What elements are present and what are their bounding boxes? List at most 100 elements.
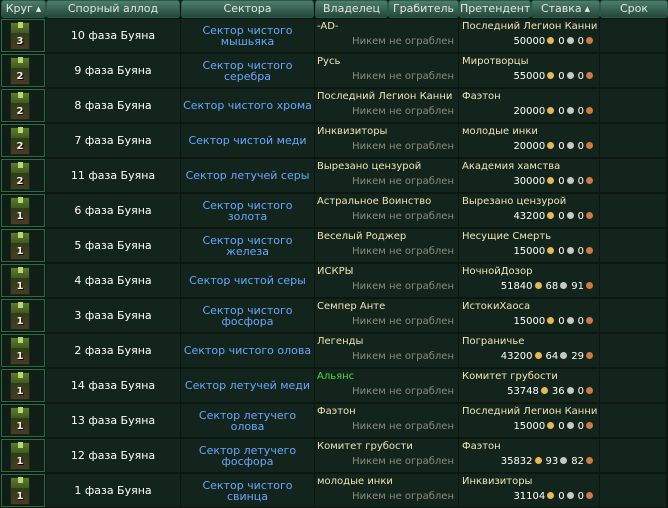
bid-gold: 20000 (513, 141, 546, 152)
column-header-robber[interactable]: Грабитель (388, 0, 459, 18)
bid-gold: 20000 (513, 106, 546, 117)
column-header-sectors[interactable]: Сектора (181, 0, 314, 18)
gold-coin-icon (534, 352, 542, 359)
sector-link[interactable]: Сектор летучей меди (181, 369, 314, 402)
table-row[interactable]: 1 1 фаза Буяна Сектор чистого свинца молоды… (0, 474, 668, 508)
sector-link[interactable]: Сектор чистого хрома (181, 89, 314, 122)
claimant-name: Фаэтон (462, 441, 501, 452)
deadline-cell (600, 19, 666, 52)
bid-amount: 30000 0 0 (513, 176, 597, 187)
table-row[interactable]: 2 7 фаза Буяна Сектор чистой меди Инквизито… (0, 124, 668, 158)
round-cell: 1 (1, 369, 45, 402)
sector-link[interactable]: Сектор чистого мышьяка (181, 19, 314, 52)
table-row[interactable]: 1 4 фаза Буяна Сектор чистой серы ИСКРЫ Нике… (0, 264, 668, 298)
copper-coin-icon (586, 72, 593, 79)
island-icon: 1 (10, 477, 30, 505)
claimant-cell: молодые инки 20000 0 0 (459, 124, 599, 157)
sector-link[interactable]: Сектор чистого железа (181, 229, 314, 262)
round-cell: 2 (1, 159, 45, 192)
copper-coin-icon (586, 492, 593, 499)
sector-name: Сектор летучей серы (185, 169, 310, 182)
allod-name: 3 фаза Буяна (46, 299, 180, 332)
round-cell: 3 (1, 19, 45, 52)
bid-amount: 15000 0 0 (513, 246, 597, 257)
deadline-cell (600, 54, 666, 87)
robber-status: Никем не ограблен (352, 386, 454, 397)
owner-name: Последний Легион Канни (317, 91, 453, 102)
round-number: 1 (16, 246, 24, 257)
allod-name: 8 фаза Буяна (46, 89, 180, 122)
table-row[interactable]: 3 10 фаза Буяна Сектор чистого мышьяка -AD-… (0, 19, 668, 53)
claimant-name: Несущие Смерть (462, 231, 552, 242)
bid-copper: 0 (577, 316, 584, 327)
gold-coin-icon (547, 177, 555, 184)
column-header-round[interactable]: Круг (1, 0, 46, 18)
claimant-cell: НочнойДозор 51840 68 91 (459, 264, 599, 297)
owner-name: Альянс (317, 371, 355, 382)
deadline-cell (600, 439, 666, 472)
sector-link[interactable]: Сектор чистого золота (181, 194, 314, 227)
claimant-cell: Комитет грубости 53748 36 0 (459, 369, 599, 402)
table-row[interactable]: 1 13 фаза Буяна Сектор летучего олова Фаэто… (0, 404, 668, 438)
sector-link[interactable]: Сектор летучего олова (181, 404, 314, 437)
deadline-cell (600, 334, 666, 367)
column-header-allod[interactable]: Спорный аллод (46, 0, 180, 18)
bid-amount: 43200 0 0 (513, 211, 597, 222)
column-header-owner[interactable]: Владелец (315, 0, 388, 18)
sector-link[interactable]: Сектор чистой меди (181, 124, 314, 157)
bid-copper: 0 (577, 246, 584, 257)
robber-status: Никем не ограблен (352, 36, 454, 47)
robber-status: Никем не ограблен (352, 456, 454, 467)
round-cell: 1 (1, 404, 45, 437)
claimant-name: Инквизиторы (462, 476, 533, 487)
table-row[interactable]: 1 3 фаза Буяна Сектор чистого фосфора Семпе… (0, 299, 668, 333)
bid-gold: 31104 (513, 491, 546, 502)
owner-name: Веселый Роджер (317, 231, 407, 242)
sector-link[interactable]: Сектор чистого свинца (181, 474, 314, 507)
table-row[interactable]: 12 фаза Буяна Сектор чистого олова Легенды… (0, 334, 668, 368)
bid-amount: 35832 93 82 (501, 456, 597, 467)
silver-coin-icon (566, 212, 574, 219)
sector-link[interactable]: Сектор чистого олова (181, 334, 314, 367)
column-header-bid[interactable]: Ставка (531, 0, 600, 18)
gold-coin-icon (547, 37, 555, 44)
round-cell: 2 (1, 124, 45, 157)
silver-coin-icon (566, 247, 574, 254)
bid-silver: 0 (558, 141, 565, 152)
table-row[interactable]: 1 5 фаза Буяна Сектор чистого железа Веселы… (0, 229, 668, 263)
bid-silver: 0 (558, 106, 565, 117)
bid-silver: 0 (558, 176, 565, 187)
silver-coin-icon (566, 37, 574, 44)
owner-cell: -AD- Никем не ограблен (315, 19, 458, 52)
column-header-deadline[interactable]: Срок (600, 0, 668, 18)
bid-silver: 93 (545, 456, 559, 467)
bid-copper: 0 (577, 141, 584, 152)
sector-link[interactable]: Сектор чистого серебра (181, 54, 314, 87)
bid-silver: 0 (558, 491, 565, 502)
table-row[interactable]: 28 фаза Буяна Сектор чистого хрома Последн… (0, 89, 668, 123)
table-row[interactable]: 2 9 фаза Буяна Сектор чистого серебра Русь Н… (0, 54, 668, 88)
gold-coin-icon (540, 387, 548, 394)
bid-silver: 0 (558, 421, 565, 432)
column-header-claimant[interactable]: Претендент (459, 0, 531, 18)
bid-copper: 0 (577, 386, 584, 397)
owner-name: молодые инки (317, 476, 393, 487)
gold-coin-icon (534, 457, 542, 464)
sector-name: Сектор чистого железа (202, 233, 293, 258)
sector-link[interactable]: Сектор чистого фосфора (181, 299, 314, 332)
bid-gold: 43200 (513, 211, 546, 222)
table-row[interactable]: 1 12 фаза Буяна Сектор летучего фосфора Ком… (0, 439, 668, 473)
robber-status: Никем не ограблен (352, 211, 454, 222)
claimant-name: Фаэтон (462, 91, 501, 102)
table-row[interactable]: 2 11 фаза Буяна Сектор летучей серы Вырезан… (0, 159, 668, 193)
claimant-cell: Инквизиторы 31104 0 0 (459, 474, 599, 507)
silver-coin-icon (566, 492, 574, 499)
sector-link[interactable]: Сектор летучей серы (181, 159, 314, 192)
owner-cell: Последний Легион Канни Никем не ограблен (315, 89, 458, 122)
sector-link[interactable]: Сектор чистой серы (181, 264, 314, 297)
sector-name: Сектор чистой серы (189, 274, 306, 287)
sector-link[interactable]: Сектор летучего фосфора (181, 439, 314, 472)
island-icon: 1 (10, 337, 30, 365)
table-row[interactable]: 1 14 фаза Буяна Сектор летучей меди Альянс Н… (0, 369, 668, 403)
table-row[interactable]: 1 6 фаза Буяна Сектор чистого золота Астрал… (0, 194, 668, 228)
